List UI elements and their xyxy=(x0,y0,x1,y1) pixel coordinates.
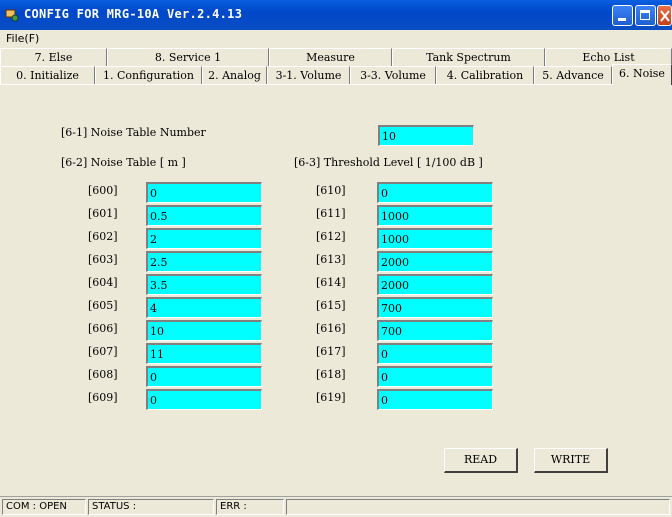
noise-row-field[interactable]: 4 xyxy=(146,297,262,318)
threshold-row-id: [617] xyxy=(316,345,346,358)
noise-row-field[interactable]: 0 xyxy=(146,182,262,203)
tab-row-front: 0. Initialize 1. Configuration 2. Analog… xyxy=(0,64,672,85)
tab-measure[interactable]: Measure xyxy=(269,48,392,66)
status-bar: COM : OPEN STATUS : ERR : xyxy=(0,496,672,517)
write-button[interactable]: WRITE xyxy=(534,448,608,473)
threshold-row-id: [613] xyxy=(316,253,346,266)
noise-row-id: [602] xyxy=(88,230,118,243)
noise-row-field[interactable]: 0 xyxy=(146,366,262,387)
tab-volume-3-3[interactable]: 3-3. Volume xyxy=(350,66,436,84)
threshold-row-field[interactable]: 700 xyxy=(377,320,493,341)
threshold-level-label: [6-3] Threshold Level [ 1/100 dB ] xyxy=(294,156,483,169)
tab-tank-spectrum[interactable]: Tank Spectrum xyxy=(392,48,545,66)
threshold-row-id: [616] xyxy=(316,322,346,335)
threshold-row-field[interactable]: 0 xyxy=(377,343,493,364)
noise-row-id: [606] xyxy=(88,322,118,335)
threshold-row-field[interactable]: 2000 xyxy=(377,274,493,295)
minimize-button[interactable] xyxy=(612,5,633,26)
noise-row-field[interactable]: 0 xyxy=(146,389,262,410)
threshold-row-field[interactable]: 0 xyxy=(377,389,493,410)
noise-row-field[interactable]: 11 xyxy=(146,343,262,364)
threshold-row-field[interactable]: 2000 xyxy=(377,251,493,272)
com-status: COM : OPEN xyxy=(2,499,86,515)
file-menu[interactable]: File(F) xyxy=(6,32,39,45)
threshold-row-id: [614] xyxy=(316,276,346,289)
close-button[interactable] xyxy=(657,5,672,26)
noise-row-id: [608] xyxy=(88,368,118,381)
menu-bar: File(F) xyxy=(0,30,672,48)
tab-else[interactable]: 7. Else xyxy=(0,48,107,66)
noise-row-field[interactable]: 10 xyxy=(146,320,262,341)
tab-analog[interactable]: 2. Analog xyxy=(202,66,267,84)
read-button[interactable]: READ xyxy=(444,448,518,473)
noise-table-number-field[interactable]: 10 xyxy=(378,125,474,146)
tab-volume-3-1[interactable]: 3-1. Volume xyxy=(267,66,350,84)
noise-row-id: [600] xyxy=(88,184,118,197)
app-icon xyxy=(5,9,19,22)
threshold-row-id: [612] xyxy=(316,230,346,243)
threshold-row-field[interactable]: 700 xyxy=(377,297,493,318)
maximize-button[interactable] xyxy=(635,5,656,26)
threshold-row-field[interactable]: 0 xyxy=(377,366,493,387)
tab-configuration[interactable]: 1. Configuration xyxy=(95,66,202,84)
noise-row-id: [604] xyxy=(88,276,118,289)
threshold-row-id: [610] xyxy=(316,184,346,197)
error-field: ERR : xyxy=(216,499,284,515)
threshold-row-id: [619] xyxy=(316,391,346,404)
maximize-icon xyxy=(640,10,650,20)
noise-row-field[interactable]: 3.5 xyxy=(146,274,262,295)
noise-row-id: [603] xyxy=(88,253,118,266)
threshold-row-field[interactable]: 1000 xyxy=(377,228,493,249)
tab-service-1[interactable]: 8. Service 1 xyxy=(107,48,269,66)
tab-initialize[interactable]: 0. Initialize xyxy=(0,66,95,84)
tab-row-back: 7. Else 8. Service 1 Measure Tank Spectr… xyxy=(0,48,672,66)
noise-row-id: [609] xyxy=(88,391,118,404)
status-filler xyxy=(286,499,670,515)
noise-table-label: [6-2] Noise Table [ m ] xyxy=(61,156,186,169)
minimize-icon xyxy=(618,18,626,21)
noise-table-number-label: [6-1] Noise Table Number xyxy=(61,126,206,139)
noise-panel: [6-1] Noise Table Number 10 [6-2] Noise … xyxy=(0,84,672,496)
noise-row-id: [601] xyxy=(88,207,118,220)
close-icon xyxy=(660,10,670,22)
status-field: STATUS : xyxy=(88,499,214,515)
tab-advance[interactable]: 5. Advance xyxy=(534,66,612,84)
tab-calibration[interactable]: 4. Calibration xyxy=(436,66,534,84)
tab-noise[interactable]: 6. Noise xyxy=(612,64,672,85)
noise-row-field[interactable]: 2 xyxy=(146,228,262,249)
threshold-row-field[interactable]: 0 xyxy=(377,182,493,203)
threshold-row-id: [611] xyxy=(316,207,346,220)
noise-row-id: [607] xyxy=(88,345,118,358)
noise-row-field[interactable]: 2.5 xyxy=(146,251,262,272)
threshold-row-id: [615] xyxy=(316,299,346,312)
threshold-row-field[interactable]: 1000 xyxy=(377,205,493,226)
noise-row-id: [605] xyxy=(88,299,118,312)
window-title: CONFIG FOR MRG-10A Ver.2.4.13 xyxy=(24,7,243,21)
noise-row-field[interactable]: 0.5 xyxy=(146,205,262,226)
title-bar: CONFIG FOR MRG-10A Ver.2.4.13 xyxy=(0,0,672,30)
threshold-row-id: [618] xyxy=(316,368,346,381)
